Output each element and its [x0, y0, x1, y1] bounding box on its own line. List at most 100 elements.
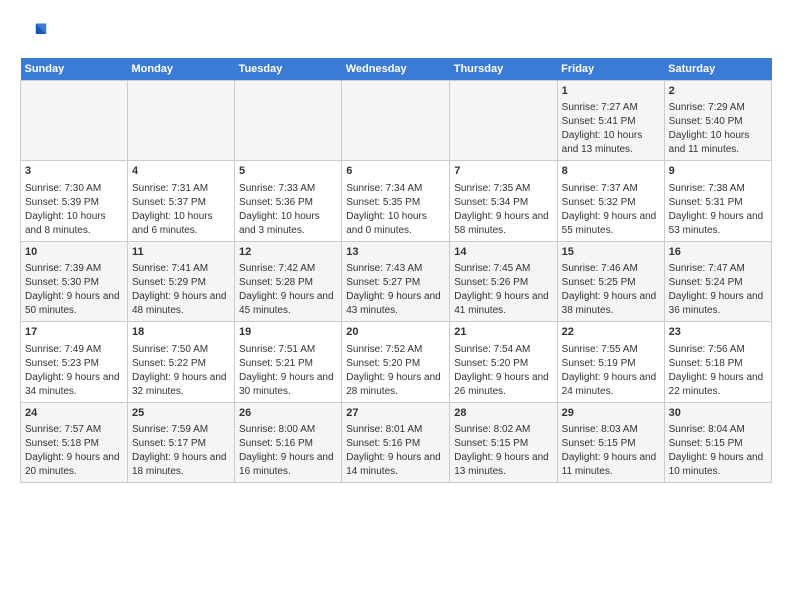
calendar-cell: 21Sunrise: 7:54 AMSunset: 5:20 PMDayligh…: [450, 322, 557, 402]
calendar-cell: 11Sunrise: 7:41 AMSunset: 5:29 PMDayligh…: [127, 241, 234, 321]
calendar-cell: 6Sunrise: 7:34 AMSunset: 5:35 PMDaylight…: [342, 161, 450, 241]
day-info: Sunrise: 8:02 AM: [454, 423, 552, 437]
logo-icon: [20, 20, 48, 48]
day-info: Daylight: 9 hours and 14 minutes.: [346, 451, 445, 479]
day-number: 28: [454, 406, 552, 421]
calendar-cell: 9Sunrise: 7:38 AMSunset: 5:31 PMDaylight…: [664, 161, 771, 241]
day-info: Sunset: 5:15 PM: [562, 437, 660, 451]
day-info: Sunset: 5:35 PM: [346, 196, 445, 210]
day-number: 1: [562, 84, 660, 99]
calendar-cell: 22Sunrise: 7:55 AMSunset: 5:19 PMDayligh…: [557, 322, 664, 402]
day-info: Daylight: 9 hours and 50 minutes.: [25, 290, 123, 318]
calendar-cell: 1Sunrise: 7:27 AMSunset: 5:41 PMDaylight…: [557, 81, 664, 161]
calendar-cell: [342, 81, 450, 161]
day-info: Daylight: 9 hours and 24 minutes.: [562, 371, 660, 399]
day-info: Sunrise: 7:30 AM: [25, 182, 123, 196]
day-info: Daylight: 9 hours and 48 minutes.: [132, 290, 230, 318]
day-info: Daylight: 10 hours and 0 minutes.: [346, 210, 445, 238]
day-info: Daylight: 9 hours and 22 minutes.: [669, 371, 767, 399]
day-number: 15: [562, 245, 660, 260]
day-info: Daylight: 10 hours and 11 minutes.: [669, 129, 767, 157]
calendar-cell: 26Sunrise: 8:00 AMSunset: 5:16 PMDayligh…: [235, 402, 342, 482]
day-info: Sunset: 5:31 PM: [669, 196, 767, 210]
day-number: 2: [669, 84, 767, 99]
day-info: Sunrise: 7:52 AM: [346, 343, 445, 357]
day-number: 13: [346, 245, 445, 260]
day-info: Sunrise: 7:39 AM: [25, 262, 123, 276]
day-info: Daylight: 9 hours and 20 minutes.: [25, 451, 123, 479]
calendar-cell: 5Sunrise: 7:33 AMSunset: 5:36 PMDaylight…: [235, 161, 342, 241]
header-cell-friday: Friday: [557, 58, 664, 81]
calendar-week-2: 3Sunrise: 7:30 AMSunset: 5:39 PMDaylight…: [21, 161, 772, 241]
day-number: 11: [132, 245, 230, 260]
day-info: Sunset: 5:41 PM: [562, 115, 660, 129]
day-info: Sunset: 5:20 PM: [346, 357, 445, 371]
day-info: Daylight: 10 hours and 13 minutes.: [562, 129, 660, 157]
day-number: 4: [132, 164, 230, 179]
day-number: 8: [562, 164, 660, 179]
day-info: Daylight: 9 hours and 41 minutes.: [454, 290, 552, 318]
day-number: 27: [346, 406, 445, 421]
calendar-cell: 13Sunrise: 7:43 AMSunset: 5:27 PMDayligh…: [342, 241, 450, 321]
day-info: Sunset: 5:32 PM: [562, 196, 660, 210]
calendar-cell: 28Sunrise: 8:02 AMSunset: 5:15 PMDayligh…: [450, 402, 557, 482]
day-info: Sunset: 5:29 PM: [132, 276, 230, 290]
day-number: 3: [25, 164, 123, 179]
calendar-cell: 17Sunrise: 7:49 AMSunset: 5:23 PMDayligh…: [21, 322, 128, 402]
day-number: 29: [562, 406, 660, 421]
calendar-week-3: 10Sunrise: 7:39 AMSunset: 5:30 PMDayligh…: [21, 241, 772, 321]
header-cell-wednesday: Wednesday: [342, 58, 450, 81]
day-info: Sunrise: 7:59 AM: [132, 423, 230, 437]
day-info: Daylight: 9 hours and 58 minutes.: [454, 210, 552, 238]
day-info: Sunrise: 7:46 AM: [562, 262, 660, 276]
day-info: Daylight: 9 hours and 10 minutes.: [669, 451, 767, 479]
day-number: 21: [454, 325, 552, 340]
day-number: 14: [454, 245, 552, 260]
day-info: Sunrise: 7:43 AM: [346, 262, 445, 276]
day-number: 22: [562, 325, 660, 340]
day-info: Sunset: 5:19 PM: [562, 357, 660, 371]
day-info: Daylight: 10 hours and 8 minutes.: [25, 210, 123, 238]
day-info: Sunrise: 8:01 AM: [346, 423, 445, 437]
day-number: 10: [25, 245, 123, 260]
day-info: Sunrise: 7:54 AM: [454, 343, 552, 357]
header-row: SundayMondayTuesdayWednesdayThursdayFrid…: [21, 58, 772, 81]
day-info: Daylight: 9 hours and 36 minutes.: [669, 290, 767, 318]
header-cell-saturday: Saturday: [664, 58, 771, 81]
day-info: Sunset: 5:18 PM: [25, 437, 123, 451]
calendar-cell: 30Sunrise: 8:04 AMSunset: 5:15 PMDayligh…: [664, 402, 771, 482]
calendar-week-4: 17Sunrise: 7:49 AMSunset: 5:23 PMDayligh…: [21, 322, 772, 402]
calendar-cell: [450, 81, 557, 161]
calendar-cell: 16Sunrise: 7:47 AMSunset: 5:24 PMDayligh…: [664, 241, 771, 321]
day-info: Sunrise: 7:42 AM: [239, 262, 337, 276]
day-info: Sunset: 5:15 PM: [454, 437, 552, 451]
day-number: 12: [239, 245, 337, 260]
calendar-week-5: 24Sunrise: 7:57 AMSunset: 5:18 PMDayligh…: [21, 402, 772, 482]
calendar-cell: [127, 81, 234, 161]
day-info: Sunset: 5:30 PM: [25, 276, 123, 290]
day-number: 18: [132, 325, 230, 340]
day-number: 19: [239, 325, 337, 340]
day-info: Daylight: 9 hours and 30 minutes.: [239, 371, 337, 399]
day-number: 9: [669, 164, 767, 179]
calendar-cell: 27Sunrise: 8:01 AMSunset: 5:16 PMDayligh…: [342, 402, 450, 482]
day-info: Sunset: 5:22 PM: [132, 357, 230, 371]
day-info: Sunset: 5:27 PM: [346, 276, 445, 290]
calendar-cell: 7Sunrise: 7:35 AMSunset: 5:34 PMDaylight…: [450, 161, 557, 241]
day-info: Sunrise: 8:04 AM: [669, 423, 767, 437]
day-number: 16: [669, 245, 767, 260]
calendar-cell: 23Sunrise: 7:56 AMSunset: 5:18 PMDayligh…: [664, 322, 771, 402]
header-area: [20, 20, 772, 48]
day-info: Sunrise: 7:50 AM: [132, 343, 230, 357]
day-info: Sunset: 5:39 PM: [25, 196, 123, 210]
calendar-cell: [235, 81, 342, 161]
day-info: Sunrise: 7:29 AM: [669, 101, 767, 115]
day-info: Daylight: 9 hours and 26 minutes.: [454, 371, 552, 399]
day-info: Sunset: 5:34 PM: [454, 196, 552, 210]
day-info: Sunset: 5:23 PM: [25, 357, 123, 371]
day-info: Sunrise: 7:56 AM: [669, 343, 767, 357]
day-info: Daylight: 9 hours and 32 minutes.: [132, 371, 230, 399]
day-info: Daylight: 9 hours and 53 minutes.: [669, 210, 767, 238]
calendar-cell: [21, 81, 128, 161]
day-info: Sunrise: 7:47 AM: [669, 262, 767, 276]
